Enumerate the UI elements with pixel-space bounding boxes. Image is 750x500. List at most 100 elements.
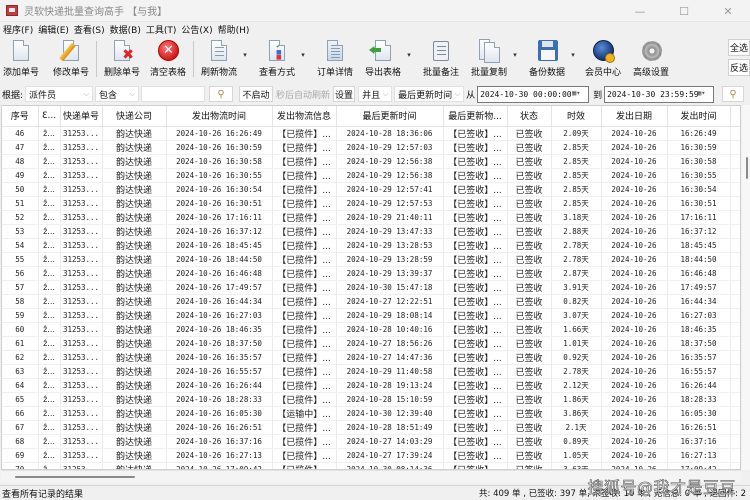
- table-row[interactable]: 56 ẑ... 31253... 韵达快递 2024-10-26 16:46:48 【已揽…: [2, 266, 740, 281]
- cell-seq: 62: [2, 350, 39, 365]
- table-row[interactable]: 70ẑ...31253...韵达快递2024-10-26 17:09:42【已揽…: [2, 462, 740, 469]
- batch-copy-button[interactable]: 批量复制: [468, 37, 510, 81]
- column-header-seq[interactable]: 序号: [2, 106, 39, 127]
- cell-tracking-no: 31253...: [60, 336, 103, 351]
- refresh-dropdown-arrow[interactable]: ▾: [240, 37, 250, 59]
- cell-tracking-no: 31253...: [60, 252, 103, 267]
- table-row[interactable]: 69 ẑ... 31253... 韵达快递 2024-10-26 16:27:13 【已揽…: [2, 448, 740, 463]
- filter-basis-label: 根据:: [2, 90, 24, 101]
- filter-match-select[interactable]: 包含 ⌵: [95, 86, 140, 102]
- column-header-status[interactable]: 状态: [507, 106, 552, 127]
- table-row[interactable]: 68 ẑ... 31253... 韵达快递 2024-10-26 16:37:16 【已揽…: [2, 434, 740, 449]
- column-header-courier[interactable]: 快递公司: [102, 106, 167, 127]
- table-row[interactable]: 61 ẑ... 31253... 韵达快递 2024-10-26 18:37:50 【已揽…: [2, 336, 740, 351]
- cell-send-info: 【已揽件】...: [272, 322, 337, 337]
- column-header-send-info[interactable]: 发出物流信息: [272, 106, 337, 127]
- backup-data-button[interactable]: 备份数据: [526, 37, 568, 81]
- table-row[interactable]: 59 ẑ... 31253... 韵达快递 2024-10-26 16:27:03 【已揽…: [2, 308, 740, 323]
- cell-courier: 韵达快递: [102, 420, 167, 435]
- table-row[interactable]: 55 ẑ... 31253... 韵达快递 2024-10-26 18:44:50 【已揽…: [2, 252, 740, 267]
- table-row[interactable]: 67 ẑ... 31253... 韵达快递 2024-10-26 16:26:51 【已揽…: [2, 420, 740, 435]
- time-field-select[interactable]: 最后更新时间 ⌵: [394, 86, 465, 102]
- chevron-down-icon: ⌵: [454, 89, 461, 98]
- cell-send-clock: 18:28:33: [667, 392, 731, 407]
- calendar-icon[interactable]: ▦▾: [572, 89, 586, 100]
- add-tracking-button[interactable]: 添加单号: [0, 37, 42, 81]
- maximize-button[interactable]: ☐: [662, 0, 706, 22]
- auto-refresh-toggle[interactable]: 不启动: [239, 86, 274, 102]
- delete-tracking-button[interactable]: ✖ 删除单号: [101, 37, 143, 81]
- table-row[interactable]: 50 ẑ... 31253... 韵达快递 2024-10-26 16:30:54 【已揽…: [2, 182, 740, 197]
- cell-tracking-no: 31253...: [60, 238, 103, 253]
- date-search-button[interactable]: ⚲: [722, 86, 745, 102]
- table-row[interactable]: 57 ẑ... 31253... 韵达快递 2024-10-26 17:49:57 【已揽…: [2, 280, 740, 295]
- column-header-col13[interactable]: ẑ: [730, 106, 740, 127]
- column-header-last-update-info[interactable]: 最后更新物...: [443, 106, 508, 127]
- cell-send-time: 2024-10-26 16:37:16: [166, 434, 273, 449]
- menu-program[interactable]: 程序(F): [3, 23, 33, 36]
- logic-select[interactable]: 并且 ⌵: [358, 86, 393, 102]
- advanced-settings-button[interactable]: 高级设置: [630, 37, 672, 81]
- menu-view[interactable]: 查看(S): [74, 23, 105, 36]
- horizontal-scroll-thumb[interactable]: [15, 476, 135, 478]
- member-center-button[interactable]: 会员中心: [582, 37, 624, 81]
- cell-col13: 20: [730, 238, 740, 253]
- table-row[interactable]: 60 ẑ... 31253... 韵达快递 2024-10-26 18:46:35 【已揽…: [2, 322, 740, 337]
- column-header-send-time[interactable]: 发出物流时间: [166, 106, 273, 127]
- edit-tracking-button[interactable]: 修改单号: [50, 37, 92, 81]
- column-header-tracking-no[interactable]: 快递单号: [60, 106, 103, 127]
- table-row[interactable]: 65 ẑ... 31253... 韵达快递 2024-10-26 18:28:33 【已揽…: [2, 392, 740, 407]
- order-detail-button[interactable]: 订单详情: [314, 37, 356, 81]
- table-row[interactable]: 62 ẑ... 31253... 韵达快递 2024-10-26 16:35:57 【已揽…: [2, 350, 740, 365]
- view-mode-button[interactable]: ✔ ■ ■ 查看方式: [256, 37, 298, 81]
- menu-data[interactable]: 数据(B): [110, 23, 141, 36]
- backup-dropdown-arrow[interactable]: ▾: [568, 37, 578, 59]
- cell-seq: 70: [2, 462, 39, 469]
- clear-table-button[interactable]: ✕ 清空表格: [147, 37, 189, 81]
- view-mode-dropdown-arrow[interactable]: ▾: [298, 37, 308, 59]
- invert-selection-button[interactable]: 反选: [728, 59, 750, 76]
- keyword-input[interactable]: [141, 86, 206, 102]
- filter-search-button[interactable]: ⚲: [209, 86, 234, 102]
- refresh-settings-button[interactable]: 设置: [333, 86, 356, 102]
- menu-help[interactable]: 帮助(H): [218, 23, 250, 36]
- filter-field-select[interactable]: 派件员 ⌵: [25, 86, 94, 102]
- minimize-button[interactable]: —: [618, 0, 662, 22]
- table-row[interactable]: 49 ẑ... 31253... 韵达快递 2024-10-26 16:30:55 【已揽…: [2, 168, 740, 183]
- table-row[interactable]: 54 ẑ... 31253... 韵达快递 2024-10-26 18:45:45 【已揽…: [2, 238, 740, 253]
- menu-tools[interactable]: 工具(T): [146, 23, 177, 36]
- menu-edit[interactable]: 编辑(E): [38, 23, 69, 36]
- column-header-send-date[interactable]: 发出日期: [601, 106, 668, 127]
- advanced-settings-label: 高级设置: [632, 68, 669, 78]
- column-header-col2[interactable]: Ɛ...: [38, 106, 61, 127]
- menu-notice[interactable]: 公告(X): [181, 23, 212, 36]
- cell-duration: 2.1天: [551, 420, 602, 435]
- table-row[interactable]: 58 ẑ... 31253... 韵达快递 2024-10-26 16:44:34 【已揽…: [2, 294, 740, 309]
- table-row[interactable]: 48 ẑ... 31253... 韵达快递 2024-10-26 16:30:58 【已揽…: [2, 154, 740, 169]
- table-row[interactable]: 63 ẑ... 31253... 韵达快递 2024-10-26 16:55:57 【已揽…: [2, 364, 740, 379]
- vertical-scrollbar[interactable]: [742, 105, 750, 470]
- table-row[interactable]: 46 ẑ... 31253... 韵达快递 2024-10-26 16:26:49 【已揽…: [2, 126, 740, 141]
- table-row[interactable]: 52 ẑ... 31253... 韵达快递 2024-10-26 17:16:11 【已揽…: [2, 210, 740, 225]
- table-row[interactable]: 66 ẑ... 31253... 韵达快递 2024-10-26 16:05:30 【运输…: [2, 406, 740, 421]
- vertical-scroll-thumb[interactable]: [746, 157, 748, 179]
- cell-send-info: 【已揽件】...: [272, 336, 337, 351]
- refresh-logistics-button[interactable]: 刷新物流: [198, 37, 240, 81]
- select-all-button[interactable]: 全选: [728, 39, 750, 56]
- column-header-send-clock[interactable]: 发出时间: [667, 106, 731, 127]
- export-table-button[interactable]: 导出表格: [362, 37, 404, 81]
- close-button[interactable]: ✕: [706, 0, 750, 22]
- table-row[interactable]: 51 ẑ... 31253... 韵达快递 2024-10-26 16:30:51 【已揽…: [2, 196, 740, 211]
- batch-copy-dropdown-arrow[interactable]: ▾: [510, 37, 520, 59]
- from-date-picker[interactable]: 2024-10-30 00:00:00 ▦▾: [477, 85, 590, 103]
- calendar-icon[interactable]: ▦▾: [697, 89, 711, 100]
- to-date-picker[interactable]: 2024-10-30 23:59:59 ▦▾: [604, 85, 715, 103]
- column-header-last-update-time[interactable]: 最后更新时间: [336, 106, 444, 127]
- column-header-duration[interactable]: 时效: [551, 106, 602, 127]
- table-row[interactable]: 64 ẑ... 31253... 韵达快递 2024-10-26 16:26:44 【已揽…: [2, 378, 740, 393]
- export-dropdown-arrow[interactable]: ▾: [404, 37, 414, 59]
- batch-note-label: 批量备注: [422, 68, 459, 78]
- table-row[interactable]: 47 ẑ... 31253... 韵达快递 2024-10-26 16:30:59 【已揽…: [2, 140, 740, 155]
- batch-note-button[interactable]: 批量备注: [420, 37, 462, 81]
- table-row[interactable]: 53 ẑ... 31253... 韵达快递 2024-10-26 16:37:12 【已揽…: [2, 224, 740, 239]
